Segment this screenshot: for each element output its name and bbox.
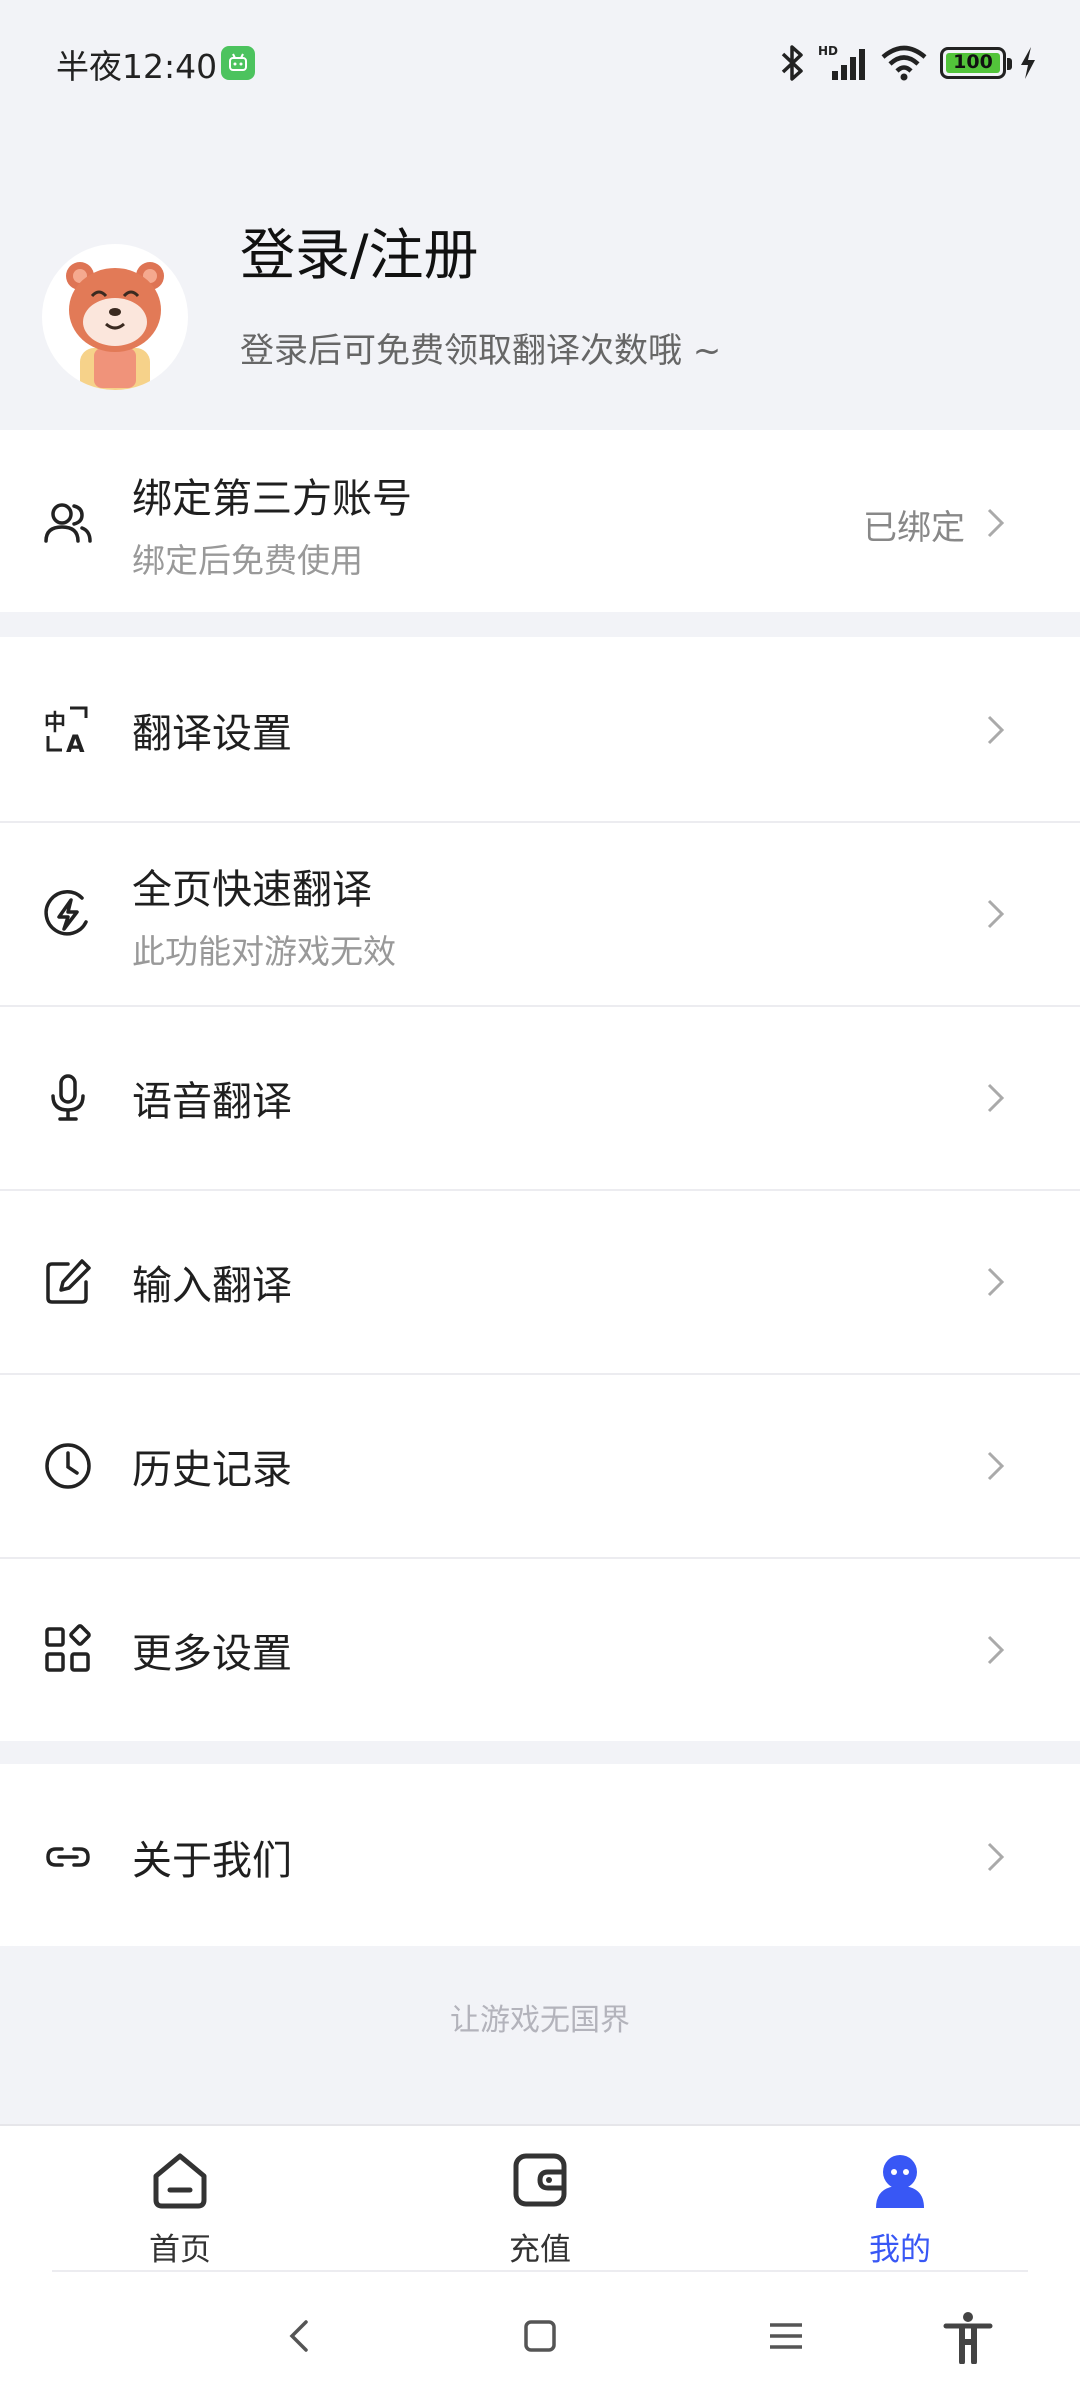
nav-home[interactable]: 首页 — [80, 2126, 280, 2272]
system-nav-bar — [0, 2270, 1080, 2400]
svg-text:中: 中 — [44, 711, 66, 736]
clock-icon — [45, 1443, 91, 1489]
edit-icon — [46, 1259, 91, 1304]
bottom-nav: 首页 充值 我的 — [0, 2124, 1080, 2270]
menu-label: 全页快速翻译 — [132, 867, 372, 913]
menu-label: 历史记录 — [132, 1447, 292, 1493]
menu-label: 更多设置 — [132, 1631, 292, 1677]
chevron-right-icon — [987, 1267, 1005, 1297]
accessibility-icon[interactable] — [940, 2308, 996, 2364]
nav-label-mine: 我的 — [869, 2232, 931, 2268]
wifi-icon — [881, 45, 927, 81]
bind-status: 已绑定 — [863, 508, 965, 548]
avatar[interactable] — [42, 244, 188, 390]
menu-item-translate-settings[interactable]: 中A 翻译设置 — [0, 637, 1080, 821]
lightning-circle-icon — [44, 890, 88, 936]
home-icon — [153, 2153, 207, 2209]
bluetooth-icon — [781, 45, 803, 81]
link-icon — [46, 1847, 90, 1867]
user-avatar-icon — [876, 2155, 924, 2208]
apps-grid-icon — [45, 1624, 91, 1672]
menu-label: 输入翻译 — [132, 1263, 292, 1309]
nav-label-home: 首页 — [149, 2232, 211, 2268]
status-icons: HD 100 — [780, 40, 1038, 86]
menu-item-history[interactable]: 历史记录 — [0, 1373, 1080, 1557]
login-hint: 登录后可免费领取翻译次数哦 ~ — [240, 331, 722, 371]
battery-icon: 100 — [940, 47, 1012, 79]
svg-text:HD: HD — [818, 44, 838, 58]
bind-account-subtitle: 绑定后免费使用 — [132, 541, 363, 580]
hd-signal-icon: HD — [818, 44, 865, 80]
bind-account-title: 绑定第三方账号 — [132, 476, 412, 522]
menu-label: 语音翻译 — [132, 1079, 292, 1125]
chevron-right-icon — [987, 715, 1005, 745]
menu-item-more-settings[interactable]: 更多设置 — [0, 1557, 1080, 1741]
menu-card: 中A 翻译设置 全页快速翻译 此功能对游戏无效 语音翻译 输入翻译 历史记录 更… — [0, 637, 1080, 1741]
chevron-right-icon — [987, 1635, 1005, 1665]
chevron-right-icon — [987, 1842, 1005, 1872]
chevron-right-icon — [987, 508, 1005, 538]
menu-sublabel: 此功能对游戏无效 — [132, 932, 396, 971]
status-bar: 半夜12:40 HD 100 — [0, 0, 1080, 128]
android-notification-icon — [221, 46, 255, 80]
chevron-right-icon — [987, 1451, 1005, 1481]
back-icon[interactable] — [272, 2308, 328, 2364]
menu-item-about-us[interactable]: 关于我们 — [0, 1764, 1080, 1946]
menu-item-input-translate[interactable]: 输入翻译 — [0, 1189, 1080, 1373]
svg-text:A: A — [66, 730, 85, 756]
login-register-link[interactable]: 登录/注册 — [240, 210, 479, 290]
chevron-right-icon — [987, 899, 1005, 929]
menu-item-voice-translate[interactable]: 语音翻译 — [0, 1005, 1080, 1189]
bind-account-card: 绑定第三方账号 绑定后免费使用 已绑定 — [0, 430, 1080, 612]
charging-icon — [1021, 47, 1035, 79]
profile-header: 登录/注册 登录后可免费领取翻译次数哦 ~ — [0, 128, 1080, 430]
translate-icon: 中A — [44, 706, 88, 756]
nav-recharge[interactable]: 充值 — [440, 2126, 640, 2272]
recents-icon[interactable] — [758, 2308, 814, 2364]
nav-label-recharge: 充值 — [509, 2232, 571, 2268]
nav-mine[interactable]: 我的 — [800, 2126, 1000, 2272]
home-button-icon[interactable] — [512, 2308, 568, 2364]
wallet-icon — [513, 2153, 567, 2207]
menu-label: 翻译设置 — [132, 711, 292, 757]
status-time: 半夜12:40 — [56, 47, 218, 86]
menu-item-full-page-translate[interactable]: 全页快速翻译 此功能对游戏无效 — [0, 821, 1080, 1005]
about-card: 关于我们 — [0, 1764, 1080, 1946]
chevron-right-icon — [987, 1083, 1005, 1113]
footer-slogan: 让游戏无国界 — [450, 2003, 630, 2038]
microphone-icon — [51, 1074, 85, 1121]
bind-account-row[interactable]: 绑定第三方账号 绑定后免费使用 已绑定 — [0, 430, 1080, 612]
users-icon — [44, 503, 92, 543]
battery-level: 100 — [953, 51, 993, 73]
menu-label: 关于我们 — [132, 1838, 292, 1884]
